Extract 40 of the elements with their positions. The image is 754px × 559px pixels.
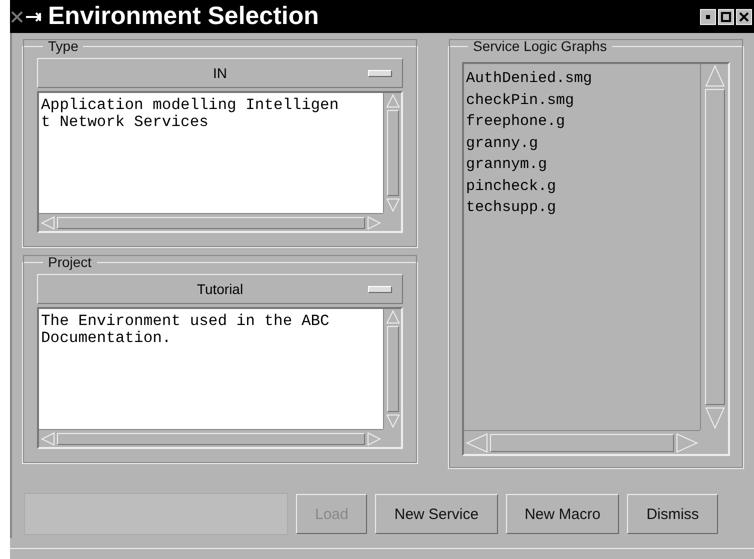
graph-list-item[interactable]: granny.g xyxy=(466,132,698,154)
maximize-icon[interactable] xyxy=(718,8,734,24)
description-line: Documentation. xyxy=(41,330,172,347)
scroll-thumb[interactable] xyxy=(386,326,398,412)
group-label: Type xyxy=(47,38,80,54)
scroll-thumb[interactable] xyxy=(57,216,365,228)
group-label: Service Logic Graphs xyxy=(472,38,608,54)
option-indicator-icon xyxy=(368,286,392,293)
minimize-icon[interactable] xyxy=(700,8,716,24)
graph-list-item[interactable]: freephone.g xyxy=(466,111,698,132)
scroll-thumb[interactable] xyxy=(386,110,398,196)
graph-list-item[interactable]: techsupp.g xyxy=(466,197,698,218)
scroll-thumb[interactable] xyxy=(490,434,674,452)
description-line: The Environment used in the ABC xyxy=(41,313,330,330)
window-menu-icon[interactable] xyxy=(10,10,44,24)
vertical-scrollbar[interactable] xyxy=(700,64,728,430)
graph-list-item[interactable]: pincheck.g xyxy=(466,176,698,197)
horizontal-scrollbar[interactable] xyxy=(464,430,700,454)
description-line: Application modelling Intelligen xyxy=(41,97,340,114)
horizontal-scrollbar[interactable] xyxy=(39,429,383,447)
close-icon[interactable] xyxy=(736,8,752,24)
action-button[interactable]: New Macro xyxy=(506,494,620,534)
description-text-area[interactable]: Application modelling Intelligen t Network Services xyxy=(39,93,383,213)
option-menu[interactable]: IN xyxy=(37,58,403,88)
description-line: t Network Services xyxy=(41,114,210,131)
horizontal-scrollbar[interactable] xyxy=(39,213,383,231)
description-text-area[interactable]: The Environment used in the ABC Documentation. xyxy=(39,309,383,429)
vertical-scrollbar[interactable] xyxy=(383,309,401,429)
action-button[interactable]: New Service xyxy=(375,494,498,534)
option-menu[interactable]: Tutorial xyxy=(37,274,403,304)
scroll-thumb[interactable] xyxy=(704,89,724,405)
graph-list-item[interactable]: checkPin.smg xyxy=(466,90,698,111)
action-button[interactable]: Dismiss xyxy=(627,494,718,534)
option-indicator-icon xyxy=(368,70,392,77)
window-title: Environment Selection xyxy=(48,2,319,31)
graph-list-item[interactable]: AuthDenied.smg xyxy=(466,68,698,90)
group-label: Project xyxy=(47,254,93,270)
vertical-scrollbar[interactable] xyxy=(383,93,401,213)
scroll-thumb[interactable] xyxy=(57,432,365,444)
graph-list-item[interactable]: grannym.g xyxy=(466,154,698,176)
